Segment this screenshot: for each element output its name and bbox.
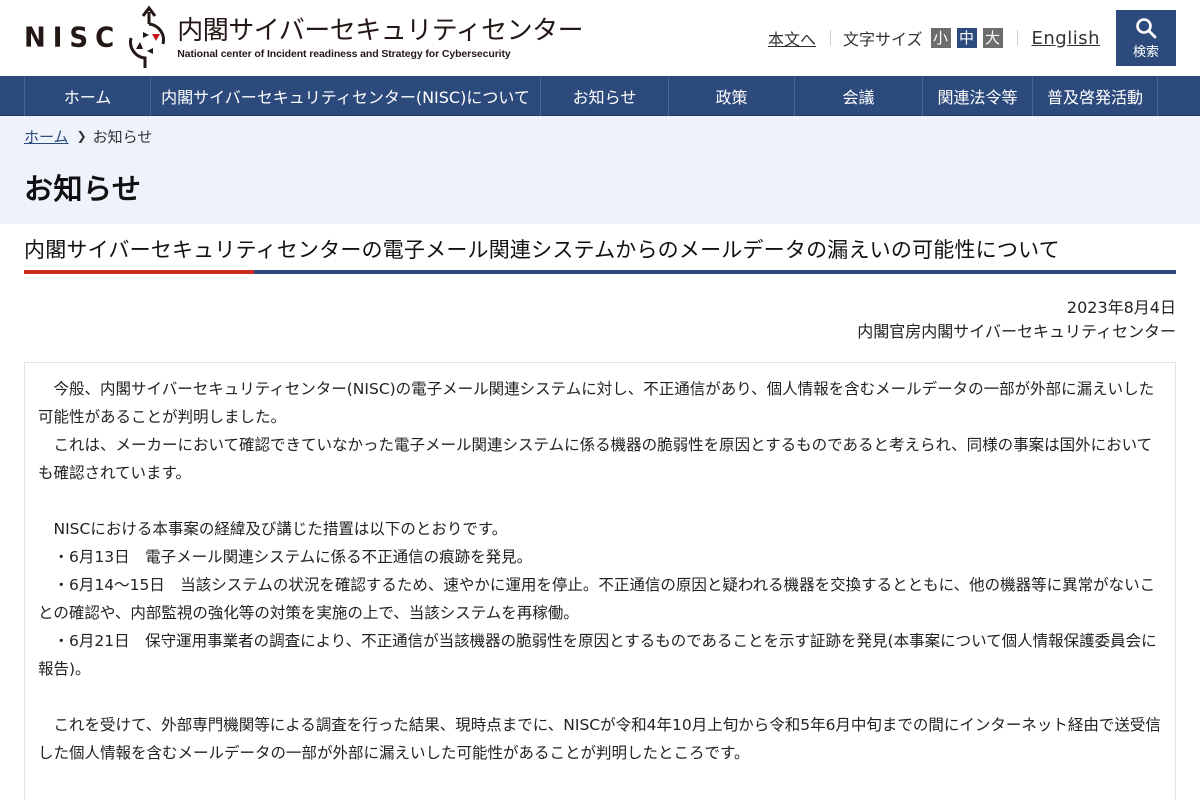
logo-abbr: NISC (24, 22, 122, 54)
chevron-right-icon: ❯ (76, 129, 87, 143)
breadcrumb-home-link[interactable]: ホーム (24, 126, 69, 147)
breadcrumb-current: お知らせ (92, 127, 153, 146)
font-size-small-button[interactable]: 小 (930, 28, 951, 48)
nisc-logo-mark-icon (129, 5, 166, 68)
divider (829, 30, 831, 46)
paragraph: これは、メーカーにおいて確認できていなかった電子メール関連システムに係る機器の脆… (38, 436, 1153, 482)
title-underline-accent (24, 270, 254, 274)
title-underline (24, 270, 1176, 274)
article-body: 今般、内閣サイバーセキュリティセンター(NISC)の電子メール関連システムに対し… (24, 362, 1176, 800)
divider (1016, 30, 1018, 46)
logo-title-en: National center of Incident readiness an… (177, 48, 511, 60)
nav-item-meetings[interactable]: 会議 (794, 75, 922, 116)
timeline-item: ・6月21日 保守運用事業者の調査により、不正通信が当該機器の脆弱性を原因とする… (38, 632, 1157, 678)
timeline-item: ・6月13日 電子メール関連システムに係る不正通信の痕跡を発見。 (38, 548, 533, 566)
article-date: 2023年8月4日 (1066, 298, 1176, 317)
paragraph: これを受けて、外部専門機関等による調査を行った結果、現時点までに、NISCが令和… (38, 716, 1161, 762)
site-header: NISC 内閣サイバーセキュリティセンター National center of… (0, 0, 1200, 76)
article: 内閣サイバーセキュリティセンターの電子メール関連システムからのメールデータの漏え… (0, 234, 1200, 800)
font-size-large-button[interactable]: 大 (982, 28, 1003, 48)
search-icon (1136, 17, 1157, 38)
english-link[interactable]: English (1032, 28, 1101, 49)
paragraph: NISCにおける本事案の経緯及び講じた措置は以下のとおりです。 (38, 520, 508, 538)
nav-item-about-nisc[interactable]: 内閣サイバーセキュリティセンター(NISC)について (150, 75, 540, 116)
utility-bar: 本文へ 文字サイズ 小 中 大 English 検索 (768, 0, 1200, 76)
timeline-item: ・6月14～15日 当該システムの状況を確認するため、速やかに運用を停止。不正通… (38, 576, 1156, 622)
article-meta: 2023年8月4日 内閣官房内閣サイバーセキュリティセンター (24, 296, 1176, 344)
font-size-medium-button[interactable]: 中 (956, 28, 977, 48)
nav-item-awareness[interactable]: 普及啓発活動 (1032, 75, 1158, 116)
nav-item-news[interactable]: お知らせ (540, 75, 668, 116)
nav-item-policy[interactable]: 政策 (668, 75, 794, 116)
skip-to-content-link[interactable]: 本文へ (768, 26, 816, 50)
site-logo[interactable]: NISC 内閣サイバーセキュリティセンター National center of… (24, 4, 584, 72)
search-label: 検索 (1132, 44, 1159, 60)
article-publisher: 内閣官房内閣サイバーセキュリティセンター (857, 322, 1176, 341)
page-header-band: ホーム ❯ お知らせ お知らせ (0, 116, 1200, 224)
article-title: 内閣サイバーセキュリティセンターの電子メール関連システムからのメールデータの漏え… (24, 238, 1060, 262)
nav-item-home[interactable]: ホーム (24, 75, 150, 116)
nav-item-laws[interactable]: 関連法令等 (922, 75, 1032, 116)
breadcrumb: ホーム ❯ お知らせ (24, 124, 1176, 148)
title-underline-main (254, 270, 1176, 274)
page-title: お知らせ (24, 172, 142, 206)
paragraph: 今般、内閣サイバーセキュリティセンター(NISC)の電子メール関連システムに対し… (38, 380, 1155, 426)
font-size-label: 文字サイズ (842, 30, 923, 49)
global-nav: ホーム 内閣サイバーセキュリティセンター(NISC)について お知らせ 政策 会… (0, 75, 1200, 116)
logo-title-jp: 内閣サイバーセキュリティセンター (177, 16, 584, 46)
search-button[interactable]: 検索 (1116, 10, 1176, 66)
